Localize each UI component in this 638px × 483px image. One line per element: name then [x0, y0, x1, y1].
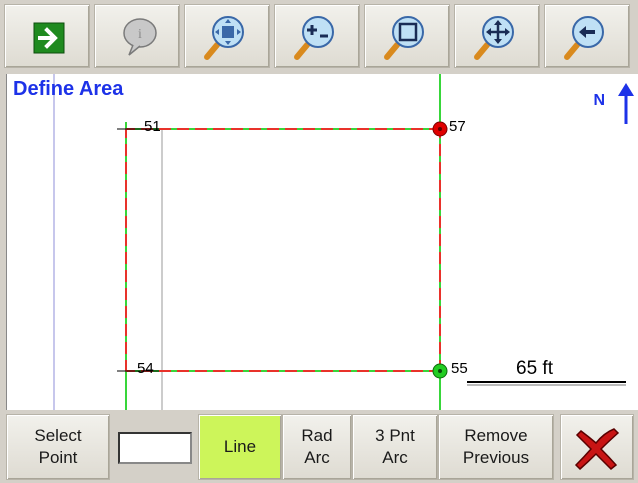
north-label: N: [593, 92, 605, 109]
cancel-button[interactable]: [560, 414, 634, 480]
close-x-icon: [574, 428, 620, 471]
rad-arc-button[interactable]: Rad Arc: [282, 414, 352, 480]
scale-bar: [467, 381, 626, 386]
zoom-plus-minus-icon: [294, 16, 334, 60]
north-arrow-icon: [618, 83, 634, 124]
point-entry-input[interactable]: [118, 432, 192, 464]
point-label-57: 57: [449, 118, 466, 135]
point-55-marker[interactable]: [432, 363, 448, 379]
pan-button[interactable]: [454, 4, 540, 68]
point-label-54: 54: [137, 360, 154, 377]
zoom-in-out-button[interactable]: [274, 4, 360, 68]
zoom-extents-icon: [204, 16, 244, 60]
toolbar: i: [0, 0, 638, 72]
scale-label: 65 ft: [516, 358, 553, 379]
map-title: Define Area: [13, 78, 124, 100]
zoom-previous-button[interactable]: [544, 4, 630, 68]
zoom-window-button[interactable]: [364, 4, 450, 68]
three-point-arc-button[interactable]: 3 Pnt Arc: [352, 414, 438, 480]
bottom-toolbar: Select Point Line Rad Arc 3 Pnt Arc Remo…: [0, 412, 638, 483]
zoom-window-icon: [384, 16, 424, 60]
line-button[interactable]: Line: [198, 414, 282, 480]
arrow-right-icon: [33, 22, 65, 54]
next-button[interactable]: [4, 4, 90, 68]
point-label-51: 51: [144, 118, 161, 135]
pan-icon: [474, 16, 514, 60]
select-point-button[interactable]: Select Point: [6, 414, 110, 480]
map-canvas[interactable]: Define Area N 51 57 54 55 65 ft: [6, 74, 638, 410]
point-label-55: 55: [451, 360, 468, 377]
remove-previous-button[interactable]: Remove Previous: [438, 414, 554, 480]
svg-text:i: i: [138, 27, 142, 42]
area-boundary: [125, 128, 441, 372]
speech-bubble-icon: i: [123, 18, 157, 56]
point-57-marker[interactable]: [432, 121, 448, 137]
zoom-back-icon: [564, 16, 604, 60]
zoom-extents-button[interactable]: [184, 4, 270, 68]
info-button[interactable]: i: [94, 4, 180, 68]
